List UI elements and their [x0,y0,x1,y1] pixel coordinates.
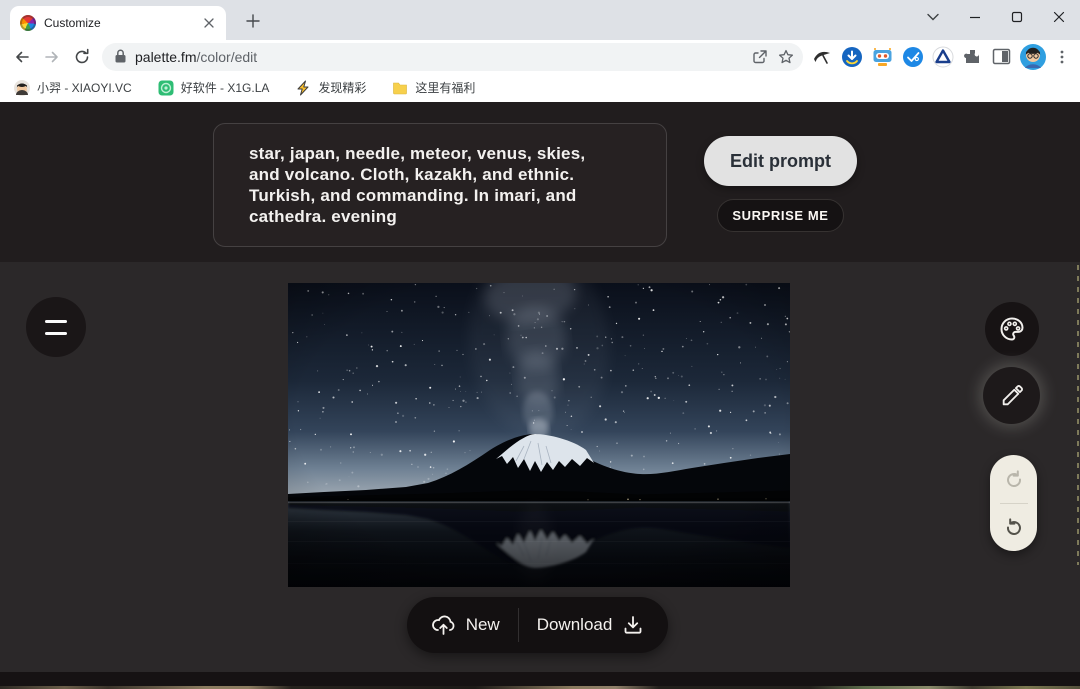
minimize-button[interactable] [954,0,996,34]
prompt-text-line: star, japan, needle, meteor, venus, skie… [249,144,586,163]
bookmark-discover[interactable]: 发现精彩 [295,79,366,96]
download-button[interactable]: Download [537,614,645,636]
history-divider [999,502,1028,504]
download-manager-extension-icon[interactable] [841,46,863,68]
cloud-drive-extension-icon[interactable] [932,46,954,68]
pencil-icon [1002,384,1023,405]
redo-button[interactable] [1002,467,1026,491]
palette-tool-button[interactable] [985,302,1039,356]
tab-close-icon[interactable] [200,14,218,32]
forward-button[interactable] [38,43,66,71]
download-icon [624,616,642,634]
check-circle-extension-icon[interactable] [902,46,924,68]
umbrella-extension-icon[interactable] [811,46,833,68]
address-bar[interactable]: palette.fm/color/edit [102,42,803,71]
bookmark-folder[interactable]: 这里有福利 [392,79,475,96]
vignette [288,283,790,587]
titlebar: Customize [0,0,1080,40]
url-path: /color/edit [196,48,258,65]
lightning-bookmark-icon [297,80,309,95]
pencil-tool-button[interactable] [983,367,1040,424]
prompt-text-line: and volcano. Cloth, kazakh, and ethnic. [249,165,575,184]
download-label: Download [536,615,613,634]
undo-button[interactable] [1002,515,1026,539]
undo-icon [1006,518,1021,536]
bookmark-x1g[interactable]: 好软件 - X1G.LA [158,79,270,96]
palette-editor: star, japan, needle, meteor, venus, skie… [0,102,1080,689]
prompt-box[interactable]: star, japan, needle, meteor, venus, skie… [213,123,667,247]
redo-icon [1006,470,1021,487]
side-panel-icon[interactable] [991,46,1012,67]
robot-extension-icon[interactable] [871,46,894,68]
browser-window: Customize palette.fm/color/edit 小羿 - XIA… [0,0,1080,689]
avatar-bookmark-icon [14,79,30,96]
edge-scrollbar[interactable] [1077,265,1079,565]
bookmark-label: 发现精彩 [318,81,367,95]
bookmark-label: 这里有福利 [415,81,476,95]
bookmark-label: 好软件 - X1G.LA [180,81,270,95]
window-controls [912,0,1080,34]
browser-menu-icon[interactable] [1054,49,1070,65]
folder-bookmark-icon [393,82,408,94]
lock-icon [115,49,126,63]
action-divider [517,608,519,642]
edit-prompt-button[interactable]: Edit prompt [704,136,857,186]
new-image-button[interactable]: New [431,614,500,636]
history-controls [990,455,1037,551]
surprise-me-button[interactable]: SURPRISE ME [717,199,844,232]
extensions-puzzle-icon[interactable] [962,46,983,67]
back-button[interactable] [8,43,36,71]
tab-title: Customize [44,16,101,30]
upload-cloud-icon [431,615,455,635]
extensions-cluster [811,43,1072,70]
x1g-bookmark-icon [158,80,174,95]
close-window-button[interactable] [1038,0,1080,34]
url-domain: palette.fm [135,48,197,65]
menu-button[interactable] [26,297,86,357]
new-label: New [465,615,500,634]
bookmark-star-icon[interactable] [777,48,795,66]
hamburger-icon [45,319,67,323]
new-tab-button[interactable] [240,8,266,34]
bookmark-label: 小羿 - XIAOYI.VC [37,81,132,95]
browser-tab[interactable]: Customize [10,6,226,40]
bottom-action-bar: New Download [407,597,668,653]
reload-button[interactable] [68,43,96,71]
bottom-dark-strip [0,672,1080,686]
bookmarks-bar: 小羿 - XIAOYI.VC 好软件 - X1G.LA 发现精彩 这里有福利 [0,73,1080,102]
palette-favicon-icon [20,15,36,31]
url-text: palette.fm/color/edit [135,49,743,65]
bookmark-xiaoyi[interactable]: 小羿 - XIAOYI.VC [14,79,132,96]
share-icon[interactable] [751,48,769,66]
tab-search-chevron-icon[interactable] [912,0,954,34]
palette-icon [1000,317,1024,341]
prompt-text-line: cathedra. evening [249,207,397,226]
profile-avatar[interactable] [1020,43,1046,70]
prompt-text-line: Turkish, and commanding. In imari, and [249,186,577,205]
browser-toolbar: palette.fm/color/edit [0,40,1080,73]
maximize-button[interactable] [996,0,1038,34]
colorized-image[interactable] [288,283,790,587]
